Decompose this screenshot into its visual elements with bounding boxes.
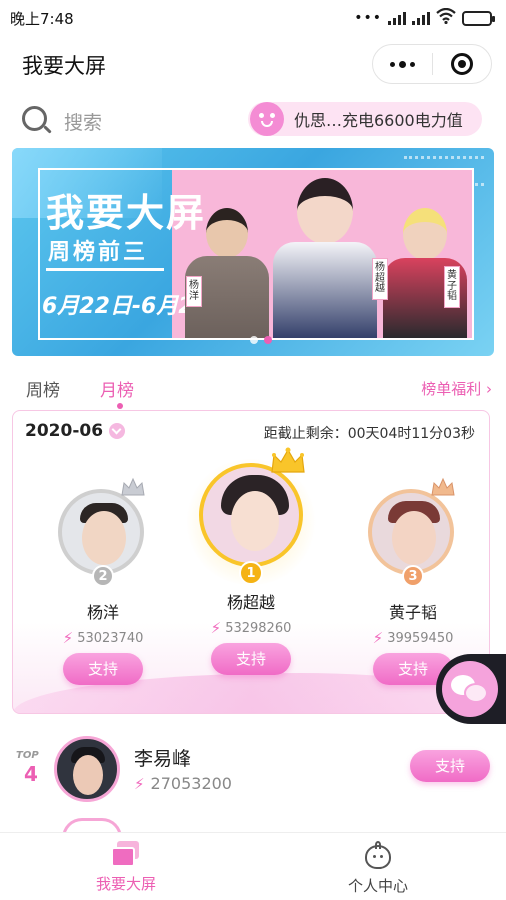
podium-rank-1: 1 杨超越 ⚡ 53298260 支持 (183, 447, 319, 675)
score-value: 39959450 (387, 630, 454, 646)
status-icons: ••• (354, 7, 495, 28)
ranker-name: 杨洋 (86, 603, 119, 622)
tab-monthly[interactable]: 月榜 (100, 376, 134, 401)
search-row: 搜索 仇思…充电6600电力值 (0, 100, 506, 144)
list-score: ⚡ 27053200 (134, 774, 232, 793)
ranking-welfare-link[interactable]: 榜单福利 › (421, 378, 492, 399)
avatar[interactable] (54, 736, 120, 802)
score-value: 53023740 (77, 630, 144, 646)
wifi-icon (436, 7, 456, 28)
avatar-wrap: 1 (183, 447, 319, 585)
ranking-tabs: 周榜 月榜 榜单福利 › (0, 372, 506, 409)
mini-program-capsule (372, 44, 492, 84)
big-screen-icon (111, 841, 141, 869)
avatar[interactable] (368, 489, 454, 575)
charge-notice-text: 仇思…充电6600电力值 (294, 111, 463, 130)
cellular-signal-icon (388, 11, 406, 25)
chat-bubbles-icon (442, 661, 498, 717)
podium-rank-2: 2 杨洋 ⚡ 53023740 支持 (43, 477, 163, 685)
chevron-down-icon (109, 423, 126, 439)
avatar-wrap: 3 (368, 477, 458, 587)
podium-rank-3: 3 黄子韬 ⚡ 39959450 支持 (353, 477, 473, 685)
weekly-top3-banner[interactable]: 我要大屏 周榜前三 6月22日-6月28日 杨洋 杨超越 黄子韬 (12, 148, 494, 356)
gold-crown-icon (271, 447, 305, 473)
search-placeholder: 搜索 (64, 111, 103, 134)
countdown-text: 距截止剩余：00天04时11分03秒 (263, 426, 475, 442)
chat-float-button[interactable] (436, 654, 506, 724)
banner-name-tag: 杨超越 (372, 258, 388, 300)
cellular-signal-2-icon (412, 11, 430, 25)
nav-item-profile[interactable]: 个人中心 (318, 841, 438, 896)
ranker-score: ⚡ 53298260 (191, 619, 311, 637)
avatar[interactable] (58, 489, 144, 575)
ranker-name: 黄子韬 (388, 603, 437, 622)
banner-name-tag: 黄子韬 (444, 266, 460, 308)
lightning-icon: ⚡ (62, 629, 74, 647)
banner-pagination (250, 336, 272, 344)
battery-icon (462, 10, 495, 26)
search-input[interactable]: 搜索 (22, 106, 102, 136)
score-value: 53298260 (225, 620, 292, 636)
banner-name-tag: 杨洋 (186, 276, 202, 307)
list-rank: 4 (24, 762, 38, 786)
page-title: 我要大屏 (22, 54, 106, 78)
month-label: 2020-06 (25, 421, 104, 441)
bottom-nav: 我要大屏 个人中心 (0, 832, 506, 900)
score-value: 27053200 (150, 774, 232, 793)
status-time: 晚上7:48 (10, 9, 74, 28)
charge-notice[interactable]: 仇思…充电6600电力值 (248, 102, 482, 136)
search-icon (22, 106, 52, 136)
nav-label-profile: 个人中心 (347, 877, 408, 895)
banner-subtitle: 周榜前三 (48, 240, 149, 265)
title-bar: 我要大屏 (0, 40, 506, 90)
support-button[interactable]: 支持 (211, 643, 291, 675)
rank-medal: 2 (92, 565, 114, 587)
ranker-score: ⚡ 39959450 (353, 629, 473, 647)
close-button[interactable] (433, 45, 492, 83)
more-dots-icon: ••• (354, 10, 382, 26)
silver-crown-icon (121, 477, 145, 496)
lightning-icon: ⚡ (134, 774, 145, 793)
tab-weekly[interactable]: 周榜 (26, 376, 60, 401)
lightning-icon: ⚡ (372, 629, 384, 647)
ranker-name: 杨超越 (226, 593, 275, 612)
avatar[interactable] (199, 463, 303, 567)
target-icon (450, 53, 473, 75)
support-button[interactable]: 支持 (410, 750, 490, 782)
month-selector[interactable]: 2020-06 (25, 421, 126, 441)
top-label: TOP (16, 750, 39, 761)
support-button[interactable]: 支持 (63, 653, 143, 685)
list-item: TOP 4 李易峰 ⚡ 27053200 支持 (0, 730, 506, 810)
profile-icon (363, 841, 393, 871)
more-icon (389, 60, 415, 68)
smiley-icon (250, 102, 284, 136)
bronze-crown-icon (431, 477, 455, 496)
avatar-wrap: 2 (58, 477, 148, 587)
rank-medal: 3 (402, 565, 424, 587)
banner-photo-1 (182, 208, 272, 338)
nav-item-home[interactable]: 我要大屏 (66, 841, 186, 894)
banner-divider (46, 268, 164, 271)
more-button[interactable] (373, 45, 432, 83)
nav-label-home: 我要大屏 (95, 875, 156, 893)
lightning-icon: ⚡ (210, 619, 222, 637)
monthly-ranking-card: 2020-06 距截止剩余：00天04时11分03秒 2 杨洋 ⚡ 5302374… (12, 410, 490, 714)
banner-photo-2 (270, 178, 380, 338)
list-name: 李易峰 (134, 748, 192, 770)
rank-medal: 1 (239, 561, 263, 585)
active-tab-indicator (117, 403, 123, 409)
status-bar: 晚上7:48 ••• (0, 0, 506, 36)
ranker-score: ⚡ 53023740 (43, 629, 163, 647)
